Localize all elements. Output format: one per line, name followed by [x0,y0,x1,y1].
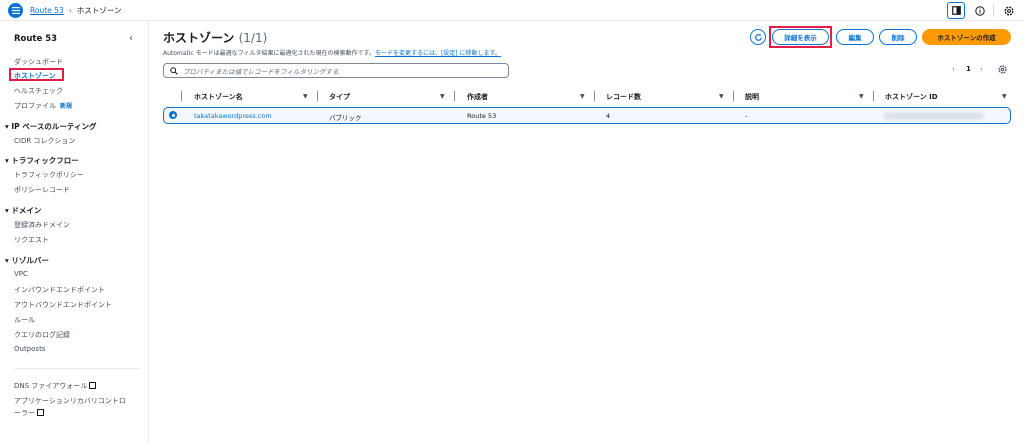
section-traffic-flow[interactable]: ▾ トラフィックフロー [5,155,79,166]
column-header-type[interactable]: タイプ [329,92,350,102]
external-link-icon [89,382,97,389]
settings-icon[interactable] [1000,2,1018,19]
search-icon [170,66,178,75]
cell-record-count: 4 [606,112,611,120]
collapse-icon[interactable]: ‹ [129,33,133,44]
sort-icon[interactable]: ▼ [719,93,724,100]
column-header-record-count[interactable]: レコード数 [606,92,641,102]
sidebar-item-label: DNS ファイアウォール [14,382,88,390]
column-header-creator[interactable]: 作成者 [467,92,488,102]
sidebar-item-registered-domains[interactable]: 登録済みドメイン [14,220,70,230]
section-title: トラフィックフロー [11,156,79,165]
sidebar-item-arc[interactable]: アプリケーションリカバリコントロ [14,396,126,406]
divider [14,368,140,369]
section-ip-routing[interactable]: ▾ IP ベースのルーティング [5,121,96,132]
column-header-name[interactable]: ホストゾーン名 [194,92,243,102]
prev-page-icon[interactable]: ‹ [952,65,955,73]
sidebar-item-vpc[interactable]: VPC [14,270,28,278]
column-divider [317,91,318,101]
table-preferences-icon[interactable] [998,65,1007,76]
sort-icon[interactable]: ▼ [580,93,585,100]
sidebar-item-arc-cont[interactable]: ーラー [14,408,44,418]
sidebar-item-policy-records[interactable]: ポリシーレコード [14,185,70,195]
sidebar-item-outposts[interactable]: Outposts [14,345,45,353]
top-navigation: Route 53 › ホストゾーン [0,0,1024,21]
page-title: ホストゾーン (1/1) [163,29,267,46]
column-divider [181,91,182,101]
divider [993,4,994,17]
search-input[interactable]: プロパティまたは値でレコードをフィルタリングする [163,63,509,78]
section-domains[interactable]: ▾ ドメイン [5,205,41,216]
column-header-description[interactable]: 説明 [745,92,759,102]
sort-icon[interactable]: ▼ [1002,93,1007,100]
settings-link[interactable]: モードを変更するには、[設定] に移動します。 [375,50,501,57]
sidebar-item-outbound-endpoints[interactable]: アウトバウンドエンドポイント [14,300,112,310]
cell-creator: Route 53 [467,112,497,120]
page-number[interactable]: 1 [966,65,971,73]
sidebar-item-dns-firewall[interactable]: DNS ファイアウォール [14,381,97,391]
edit-button[interactable]: 編集 [836,29,874,45]
refresh-button[interactable] [750,29,766,45]
sidebar-item-requests[interactable]: リクエスト [14,235,49,245]
title-text: ホストゾーン [163,31,235,45]
side-navigation: Route 53 ‹ ダッシュボード ホストゾーン ヘルスチェック プロファイル… [0,21,149,445]
sort-icon[interactable]: ▼ [440,93,445,100]
next-page-icon[interactable]: › [980,65,983,73]
sidebar-item-dashboard[interactable]: ダッシュボード [14,57,63,67]
sidebar-title: Route 53 [14,34,58,44]
refresh-icon [754,33,762,41]
sidebar-item-label: ーラー [14,409,35,417]
sidebar-item-inbound-endpoints[interactable]: インバウンドエンドポイント [14,285,105,295]
new-badge: 新規 [60,103,73,110]
section-title: ドメイン [11,206,42,215]
column-header-zone-id[interactable]: ホストゾーン ID [885,92,938,102]
column-divider [733,91,734,101]
section-resolver[interactable]: ▾ リゾルバー [5,255,49,266]
external-link-icon [37,409,44,416]
description: Automatic モードは最適なフィルタ結果に最適化された現在の検索動作です。… [163,48,501,57]
description-text: Automatic モードは最適なフィルタ結果に最適化された現在の検索動作です。 [163,50,375,57]
split-panel-icon[interactable] [947,2,965,19]
sidebar-item-profiles[interactable]: プロファイル 新規 [14,101,72,111]
row-select-radio[interactable] [169,111,177,119]
sidebar-item-health-checks[interactable]: ヘルスチェック [14,86,63,96]
sidebar-item-query-logging[interactable]: クエリのログ記録 [14,330,70,340]
sort-icon[interactable]: ▼ [859,93,864,100]
info-icon[interactable] [971,2,989,19]
column-divider [873,91,874,101]
sidebar-item-traffic-policies[interactable]: トラフィックポリシー [14,170,84,180]
sidebar-item-label: プロファイル [14,102,56,110]
menu-icon[interactable] [8,2,23,18]
redacted-zone-id [884,112,984,120]
create-hosted-zone-button[interactable]: ホストゾーンの作成 [922,29,1011,45]
search-placeholder: プロパティまたは値でレコードをフィルタリングする [183,67,339,76]
section-title: リゾルバー [11,256,49,265]
highlight-box [9,68,64,81]
breadcrumb-current: ホストゾーン [76,5,122,15]
cell-type: パブリック [329,114,362,122]
title-count: (1/1) [238,31,268,45]
column-divider [454,91,455,101]
sidebar-item-cidr[interactable]: CIDR コレクション [14,136,75,146]
breadcrumb-route53-link[interactable]: Route 53 [30,6,64,15]
cell-description: - [745,112,748,120]
hosted-zone-name-link[interactable]: takatakawordpress.com [194,112,272,120]
chevron-right-icon: › [68,5,72,15]
highlight-box [769,26,832,48]
column-divider [594,91,595,101]
sort-icon[interactable]: ▼ [303,93,308,100]
sidebar-item-rules[interactable]: ルール [14,315,35,325]
delete-button[interactable]: 削除 [879,29,917,45]
section-title: IP ベースのルーティング [11,122,97,131]
